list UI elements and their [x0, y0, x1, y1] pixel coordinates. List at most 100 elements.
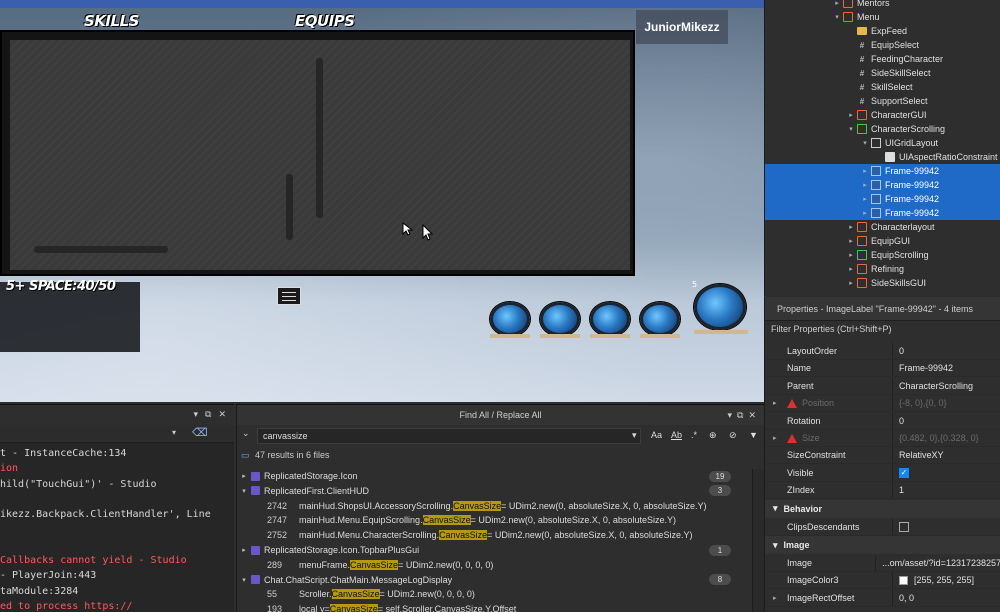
property-row[interactable]: ZIndex 1 — [765, 482, 1000, 500]
chevron-right-icon[interactable]: ▸ — [861, 195, 869, 203]
skill-orb-4[interactable] — [640, 302, 680, 336]
chevron-down-icon[interactable]: ▾ — [833, 13, 841, 21]
chevron-down-icon[interactable]: ▾ — [847, 125, 855, 133]
find-result-line[interactable]: 2747 mainHud.Menu.EquipScrolling. CanvasSi… — [237, 513, 751, 527]
find-result-file[interactable]: ▸ ReplicatedStorage.Icon.TopbarPlusGui 1 — [237, 543, 751, 557]
explorer-item[interactable]: ▸ Frame-99942 — [765, 206, 1000, 220]
property-row[interactable]: Name Frame-99942 — [765, 360, 1000, 378]
inventory-scrollbar-thumb[interactable] — [286, 174, 293, 240]
property-row[interactable]: ▸ ImageRectOffset 0, 0 — [765, 589, 1000, 607]
equips-tab[interactable]: EQUIPS — [295, 12, 355, 30]
explorer-item[interactable]: # SideSkillSelect — [765, 66, 1000, 80]
chevron-down-icon[interactable]: ▾ — [773, 503, 778, 514]
find-results-scrollbar[interactable] — [752, 469, 764, 612]
explorer-item[interactable]: ▸ Characterlayout — [765, 220, 1000, 234]
chevron-right-icon[interactable]: ▸ — [847, 111, 855, 119]
explorer-item[interactable]: ▸ EquipScrolling — [765, 248, 1000, 262]
skill-orb-2[interactable] — [540, 302, 580, 336]
chevron-down-icon[interactable]: ▾ — [193, 410, 198, 420]
property-row[interactable]: ClipsDescendants — [765, 518, 1000, 536]
find-search-input[interactable]: canvassize — [257, 428, 641, 444]
game-viewport[interactable]: SKILLS EQUIPS JuniorMikezz 5+ SPACE:40/5… — [0, 0, 764, 402]
chevron-right-icon[interactable]: ▸ — [861, 209, 869, 217]
chevron-right-icon[interactable]: ▸ — [237, 546, 251, 554]
property-row[interactable]: ▸ Position {-8, 0},{0, 0} — [765, 395, 1000, 413]
property-value[interactable]: Frame-99942 — [893, 363, 953, 373]
match-case-button[interactable]: Aa — [651, 430, 662, 440]
find-result-line[interactable]: 193 local y= CanvasSize = self.Scroller.Ca… — [237, 602, 751, 612]
find-result-line[interactable]: 55 Scroller. CanvasSize = UDim2.new(0, 0, … — [237, 587, 751, 601]
find-result-file[interactable]: ▾ Chat.ChatScript.ChatMain.MessageLogDisp… — [237, 573, 751, 587]
property-row[interactable]: ▸ Size {0.482, 0},{0.328, 0} — [765, 430, 1000, 447]
color-swatch[interactable] — [899, 575, 908, 585]
chevron-right-icon[interactable]: ▸ — [847, 265, 855, 273]
property-row[interactable]: Rotation 0 — [765, 412, 1000, 430]
explorer-item[interactable]: ▾ CharacterScrolling — [765, 122, 1000, 136]
skill-orb-1[interactable] — [490, 302, 530, 336]
explorer-item[interactable]: ▾ UIGridLayout — [765, 136, 1000, 150]
explorer-item[interactable]: ▸ Mentors — [765, 0, 1000, 10]
chevron-right-icon[interactable]: ▸ — [861, 181, 869, 189]
chevron-right-icon[interactable]: ▸ — [847, 223, 855, 231]
property-value[interactable] — [893, 521, 909, 532]
undock-icon[interactable]: ⧉ — [737, 410, 743, 420]
zoom-search-icon[interactable]: ⊕ — [709, 430, 717, 441]
regex-button[interactable]: .* — [691, 430, 697, 440]
explorer-item[interactable]: ▸ Frame-99942 — [765, 164, 1000, 178]
property-value[interactable]: 0 — [893, 416, 904, 426]
chevron-right-icon[interactable]: ▸ — [847, 237, 855, 245]
properties-filter-input[interactable]: Filter Properties (Ctrl+Shift+P) — [765, 321, 1000, 337]
explorer-item[interactable]: ▸ Refining — [765, 262, 1000, 276]
inventory-scrollbar-vertical[interactable] — [316, 58, 323, 218]
skill-orb-5[interactable] — [694, 284, 746, 330]
explorer-item[interactable]: ▾ Menu — [765, 10, 1000, 24]
chevron-down-icon[interactable]: ▾ — [727, 410, 732, 420]
chevron-right-icon[interactable]: ▸ — [773, 594, 777, 602]
explorer-item[interactable]: # SkillSelect — [765, 80, 1000, 94]
close-icon[interactable]: ✕ — [748, 410, 756, 420]
inventory-grid[interactable] — [10, 40, 630, 270]
chevron-right-icon[interactable]: ▸ — [861, 167, 869, 175]
property-value[interactable]: RelativeXY — [893, 450, 944, 460]
checkbox[interactable] — [899, 521, 909, 532]
chevron-right-icon[interactable]: ▸ — [237, 472, 251, 480]
property-value[interactable]: CharacterScrolling — [893, 381, 973, 391]
chevron-down-icon[interactable]: ▾ — [237, 576, 251, 584]
chevron-down-icon[interactable]: ▾ — [237, 487, 251, 495]
property-value[interactable]: ✓ — [893, 467, 909, 478]
property-value[interactable]: {0.482, 0},{0.328, 0} — [893, 433, 979, 443]
explorer-item[interactable]: # SupportSelect — [765, 94, 1000, 108]
explorer-item[interactable]: ExpFeed — [765, 24, 1000, 38]
property-row[interactable]: LayoutOrder 0 — [765, 343, 1000, 360]
property-value[interactable]: 0 — [893, 346, 904, 356]
menu-icon[interactable] — [277, 287, 301, 305]
property-value[interactable]: ...om/asset/?id=12317238257 — [876, 558, 1000, 568]
replace-search-icon[interactable]: ⊘ — [729, 430, 737, 441]
chevron-down-icon[interactable]: ▾ — [632, 430, 637, 441]
find-result-file[interactable]: ▾ ReplicatedFirst.ClientHUD 3 — [237, 484, 751, 498]
skills-tab[interactable]: SKILLS — [84, 12, 139, 30]
match-word-button[interactable]: Ab — [671, 430, 682, 440]
explorer-item[interactable]: # EquipSelect — [765, 38, 1000, 52]
explorer-item[interactable]: ▸ EquipGUI — [765, 234, 1000, 248]
explorer-item[interactable]: UIAspectRatioConstraint — [765, 150, 1000, 164]
checkbox[interactable]: ✓ — [899, 467, 909, 478]
property-row[interactable]: SizeConstraint RelativeXY — [765, 447, 1000, 465]
property-value[interactable]: 1 — [893, 485, 904, 495]
explorer-item[interactable]: ▸ SideSkillsGUI — [765, 276, 1000, 290]
property-row[interactable]: Parent CharacterScrolling — [765, 377, 1000, 395]
inventory-scrollbar-horizontal[interactable] — [34, 246, 168, 253]
close-icon[interactable]: ✕ — [218, 410, 226, 420]
undock-icon[interactable]: ⧉ — [205, 410, 211, 420]
clear-output-icon[interactable]: ⌫ — [192, 426, 208, 439]
property-value[interactable]: [255, 255, 255] — [893, 575, 974, 585]
chevron-down-icon[interactable]: ▾ — [861, 139, 869, 147]
find-result-file[interactable]: ▸ ReplicatedStorage.Icon 19 — [237, 469, 751, 483]
find-result-line[interactable]: 2752 mainHud.Menu.CharacterScrolling. Canv… — [237, 528, 751, 542]
find-result-line[interactable]: 2742 mainHud.ShopsUI.AccessoryScrolling. C… — [237, 499, 751, 513]
explorer-item[interactable]: ▸ Frame-99942 — [765, 192, 1000, 206]
chevron-right-icon[interactable]: ▸ — [773, 399, 777, 407]
property-value[interactable]: 0, 0 — [893, 593, 914, 603]
property-category[interactable]: ▾ Image — [765, 536, 1000, 554]
find-result-line[interactable]: 289 menuFrame. CanvasSize = UDim2.new(0, 0… — [237, 558, 751, 572]
